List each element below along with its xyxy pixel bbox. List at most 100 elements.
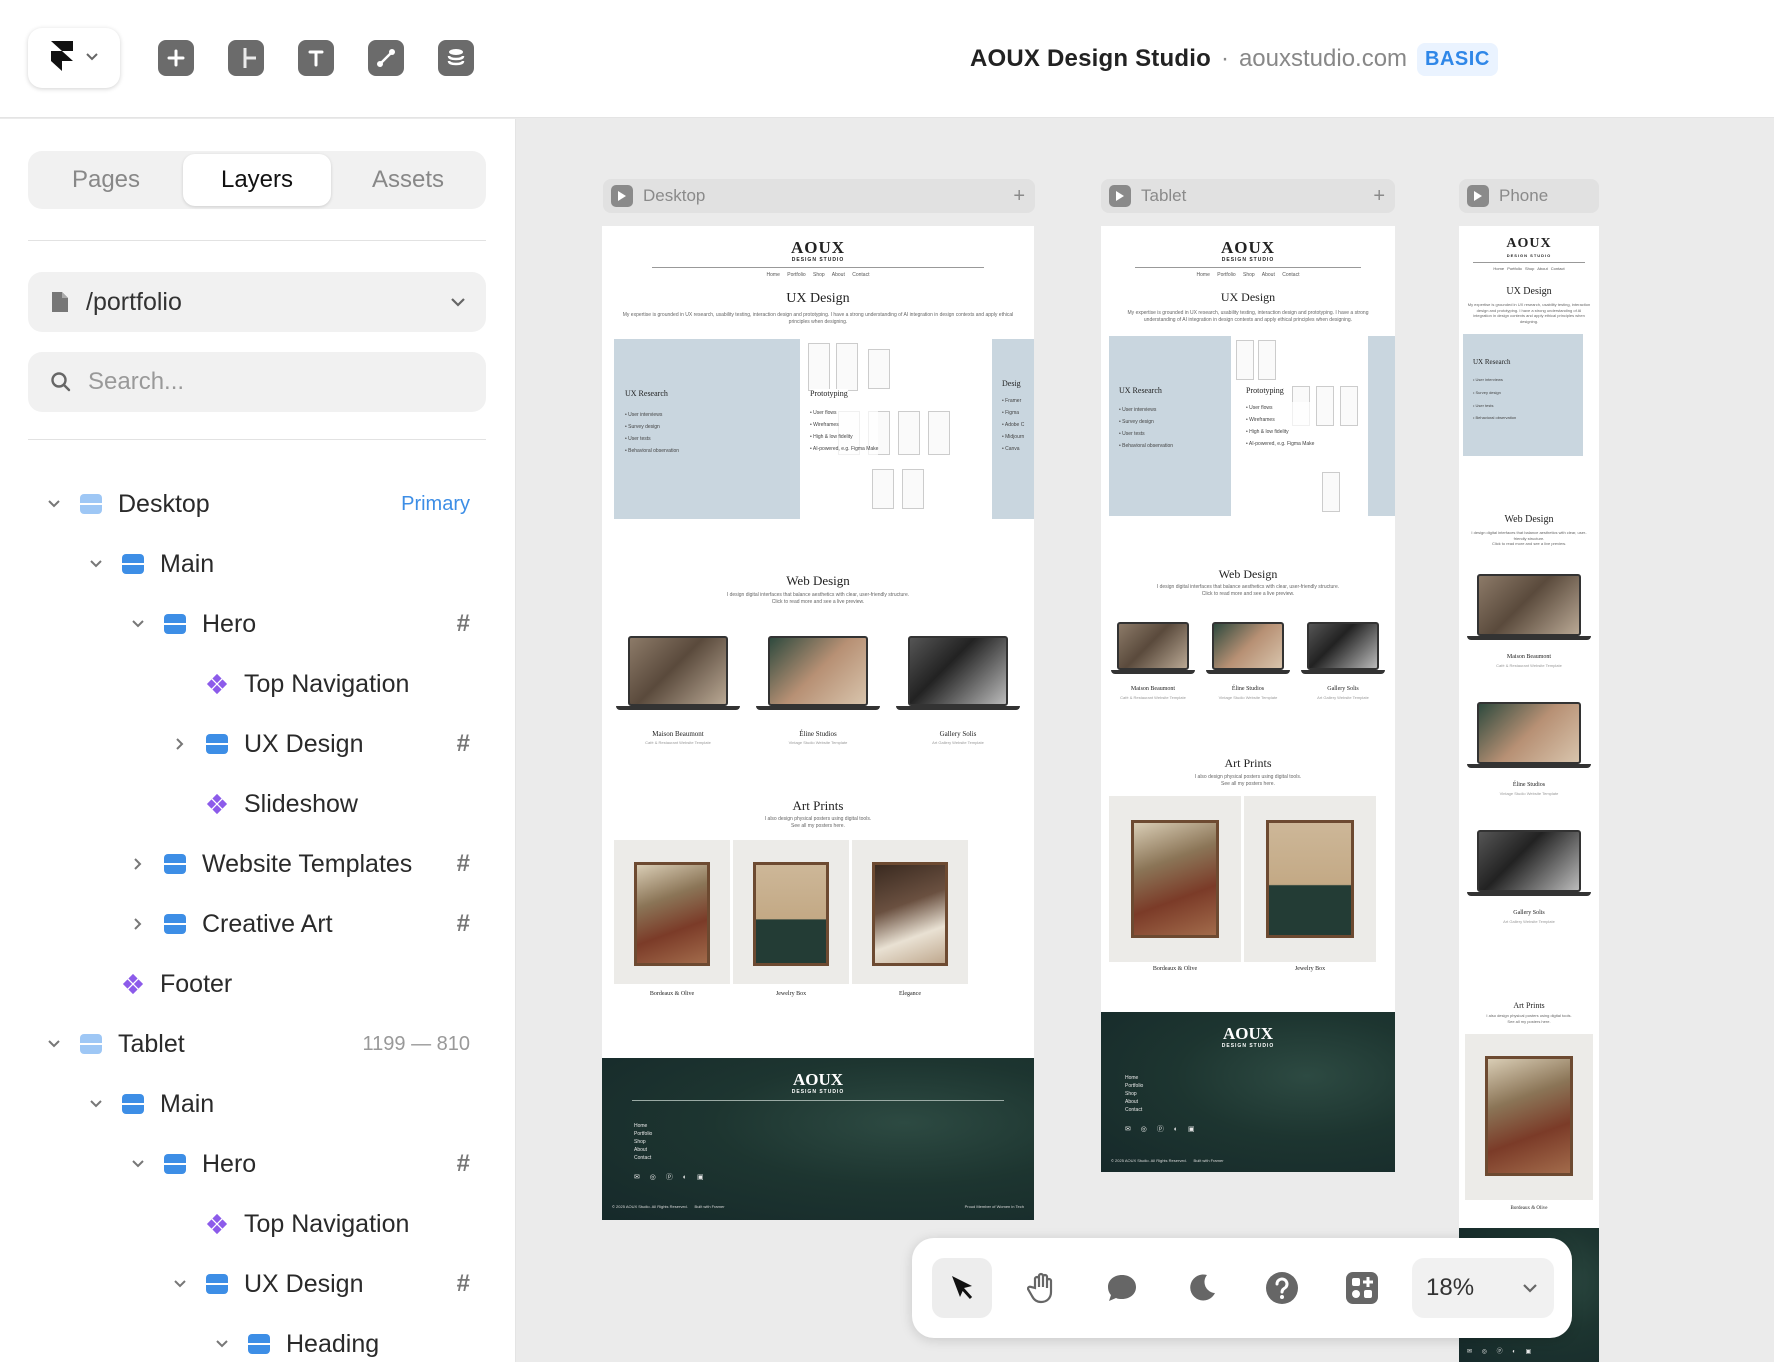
breakpoint-label-phone[interactable]: Phone bbox=[1459, 179, 1599, 213]
grid-layout-icon: # bbox=[456, 910, 470, 937]
chevron-down-icon[interactable] bbox=[86, 1094, 106, 1114]
chevron-down-icon[interactable] bbox=[86, 554, 106, 574]
art-print[interactable] bbox=[733, 840, 849, 984]
design-card bbox=[1368, 336, 1395, 516]
chevron-down-icon bbox=[1522, 1283, 1538, 1293]
site-nav: Home Portfolio Shop About Contact bbox=[1493, 266, 1565, 271]
art-heading: Art Prints bbox=[1513, 1001, 1545, 1010]
ux-heading: UX Design bbox=[1506, 286, 1552, 297]
site-footer[interactable]: AOUX DESIGN STUDIO Home Portfolio Shop A… bbox=[1101, 1012, 1395, 1172]
project-title[interactable]: AOUX Design Studio · aouxstudio.com BASI… bbox=[970, 42, 1498, 76]
plan-badge: BASIC bbox=[1417, 42, 1498, 76]
primary-badge: Primary bbox=[401, 492, 470, 515]
chevron-down-icon[interactable] bbox=[170, 1274, 190, 1294]
layer-label: Hero bbox=[202, 1149, 257, 1178]
desktop-frame[interactable]: AOUX DESIGN STUDIO Home Portfolio Shop A… bbox=[602, 226, 1034, 1220]
site-footer[interactable]: AOUX DESIGN STUDIO Home Portfolio Shop A… bbox=[602, 1058, 1034, 1220]
text-icon[interactable] bbox=[298, 40, 334, 76]
art-print[interactable] bbox=[852, 840, 968, 984]
art-print[interactable] bbox=[1465, 1034, 1593, 1200]
top-toolbar: AOUX Design Studio · aouxstudio.com BASI… bbox=[0, 0, 1774, 118]
layer-row-hero[interactable]: Hero # bbox=[0, 1134, 515, 1194]
add-breakpoint-icon[interactable]: + bbox=[1373, 185, 1385, 208]
component-icon bbox=[206, 793, 228, 815]
stack-frame-icon bbox=[122, 1093, 144, 1115]
ux-heading: UX Design bbox=[786, 291, 850, 306]
stack-frame-icon bbox=[164, 613, 186, 635]
layer-row-main[interactable]: Main bbox=[0, 534, 515, 594]
hand-pan-icon[interactable] bbox=[1012, 1258, 1072, 1318]
chevron-down-icon[interactable] bbox=[44, 1034, 64, 1054]
layer-row-heading[interactable]: Heading bbox=[0, 1314, 515, 1362]
template-sub: Café & Restaurant Website Template bbox=[1120, 695, 1186, 700]
web-text: I design digital interfaces that balance… bbox=[726, 592, 910, 605]
web-heading: Web Design bbox=[786, 573, 850, 588]
art-print[interactable] bbox=[1244, 796, 1376, 962]
layer-row-hero[interactable]: Hero # bbox=[0, 594, 515, 654]
chevron-down-icon[interactable] bbox=[128, 614, 148, 634]
design-canvas[interactable]: Desktop + Tablet + Phone AOUX DESIGN STU… bbox=[517, 119, 1774, 1362]
template-name: Maison Beaumont bbox=[1130, 686, 1176, 692]
template-sub: Vintage Studio Website Template bbox=[1499, 791, 1559, 796]
prototyping-list: • User flows • Wireframes • High & low f… bbox=[1246, 402, 1315, 450]
chevron-right-icon[interactable] bbox=[128, 914, 148, 934]
layer-row-desktop[interactable]: Desktop Primary bbox=[0, 474, 515, 534]
phone-frame[interactable]: AOUX DESIGN STUDIO Home Portfolio Shop A… bbox=[1459, 226, 1599, 1362]
add-breakpoint-icon[interactable]: + bbox=[1013, 185, 1025, 208]
layer-row-slideshow[interactable]: Slideshow bbox=[0, 774, 515, 834]
tab-layers[interactable]: Layers bbox=[183, 154, 331, 206]
layer-row-footer[interactable]: Footer bbox=[0, 954, 515, 1014]
ux-research-title: UX Research bbox=[625, 389, 668, 398]
layer-row-ux-design[interactable]: UX Design # bbox=[0, 1254, 515, 1314]
preview-play-icon[interactable] bbox=[1109, 185, 1131, 207]
vector-pen-icon[interactable] bbox=[368, 40, 404, 76]
page-selector[interactable]: /portfolio bbox=[28, 272, 486, 332]
breakpoint-label-desktop[interactable]: Desktop + bbox=[603, 179, 1035, 213]
breakpoint-label-tablet[interactable]: Tablet + bbox=[1101, 179, 1395, 213]
site-nav: Home Portfolio Shop About Contact bbox=[766, 272, 870, 278]
chevron-down-icon[interactable] bbox=[128, 1154, 148, 1174]
layer-row-tablet[interactable]: Tablet 1199 — 810 bbox=[0, 1014, 515, 1074]
footer-social-icons: ✉ ◎ ⓟ ◐ ▣ bbox=[1125, 1126, 1199, 1133]
tab-assets[interactable]: Assets bbox=[334, 154, 482, 206]
ux-research-card: UX Research • User interviews • Survey d… bbox=[1109, 336, 1231, 516]
layout-icon[interactable] bbox=[228, 40, 264, 76]
project-domain: aouxstudio.com bbox=[1238, 45, 1408, 72]
project-menu-button[interactable] bbox=[28, 28, 120, 88]
chevron-right-icon[interactable] bbox=[170, 734, 190, 754]
layer-row-ux-design[interactable]: UX Design # bbox=[0, 714, 515, 774]
layer-label: Slideshow bbox=[244, 789, 358, 818]
zoom-select[interactable]: 18% bbox=[1412, 1258, 1554, 1318]
chevron-right-icon[interactable] bbox=[128, 854, 148, 874]
layer-row-main[interactable]: Main bbox=[0, 1074, 515, 1134]
layer-label: UX Design bbox=[244, 729, 364, 758]
layer-row-creative-art[interactable]: Creative Art # bbox=[0, 894, 515, 954]
preview-play-icon[interactable] bbox=[1467, 185, 1489, 207]
select-cursor-icon[interactable] bbox=[932, 1258, 992, 1318]
art-print[interactable] bbox=[614, 840, 730, 984]
layer-label: Website Templates bbox=[202, 849, 413, 878]
layer-label: Heading bbox=[286, 1329, 380, 1358]
tablet-frame[interactable]: AOUX DESIGN STUDIO Home Portfolio Shop A… bbox=[1101, 226, 1395, 1172]
chevron-down-icon[interactable] bbox=[212, 1334, 232, 1354]
layer-row-website-templates[interactable]: Website Templates # bbox=[0, 834, 515, 894]
cms-database-icon[interactable] bbox=[438, 40, 474, 76]
stack-frame-icon bbox=[122, 553, 144, 575]
art-print[interactable] bbox=[1109, 796, 1241, 962]
insert-plus-icon[interactable] bbox=[158, 40, 194, 76]
layer-label: Main bbox=[160, 1089, 215, 1118]
preview-play-icon[interactable] bbox=[611, 185, 633, 207]
print-caption: Bordeaux & Olive bbox=[1152, 966, 1198, 972]
chevron-down-icon[interactable] bbox=[44, 494, 64, 514]
layer-row-top-navigation[interactable]: Top Navigation bbox=[0, 1194, 515, 1254]
plugins-icon[interactable] bbox=[1332, 1258, 1392, 1318]
breakpoint-range: 1199 — 810 bbox=[362, 1032, 471, 1055]
tab-pages[interactable]: Pages bbox=[32, 154, 180, 206]
layer-row-top-navigation[interactable]: Top Navigation bbox=[0, 654, 515, 714]
dark-mode-moon-icon[interactable] bbox=[1172, 1258, 1232, 1318]
ux-research-card: UX Research • User interviews • Survey d… bbox=[1463, 334, 1583, 456]
comment-icon[interactable] bbox=[1092, 1258, 1152, 1318]
chevron-down-icon bbox=[450, 297, 466, 307]
layers-search-input[interactable]: Search... bbox=[28, 352, 486, 412]
help-icon[interactable] bbox=[1252, 1258, 1312, 1318]
